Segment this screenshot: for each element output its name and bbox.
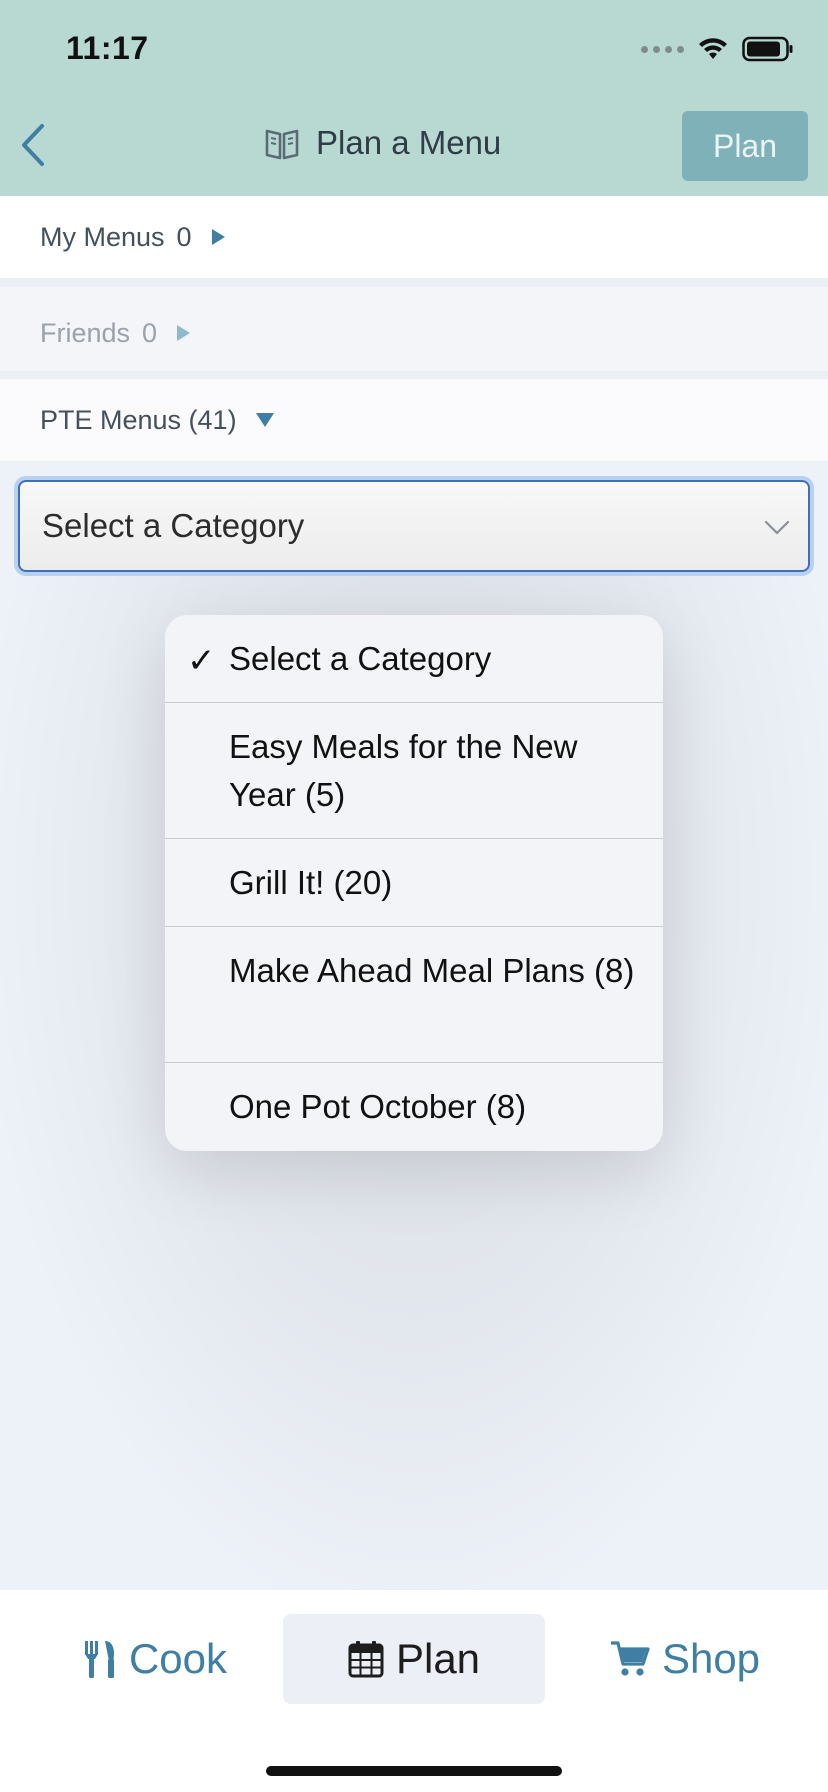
- section-pte-menus[interactable]: PTE Menus (41): [0, 379, 828, 461]
- cart-icon: [610, 1641, 650, 1676]
- tab-cook-label: Cook: [128, 1635, 228, 1682]
- category-dropdown: ✓ Select a Category Easy Meals for the N…: [165, 615, 663, 1151]
- pte-menus-label: PTE Menus (41): [40, 404, 237, 435]
- book-open-icon: [265, 129, 299, 160]
- dropdown-option[interactable]: Easy Meals for the New Year (5): [165, 703, 663, 839]
- tab-bar: Cook Plan Shop: [0, 1590, 828, 1792]
- nav-title-group: Plan a Menu: [264, 124, 501, 162]
- nav-bar: Plan a Menu Plan: [0, 96, 828, 196]
- dropdown-option[interactable]: Grill It! (20): [165, 839, 663, 927]
- utensils-icon: [84, 1641, 115, 1678]
- dropdown-option[interactable]: Make Ahead Meal Plans (8): [165, 927, 663, 1063]
- category-select[interactable]: Select a Category: [18, 480, 810, 572]
- status-icons: [641, 36, 794, 62]
- plan-button[interactable]: Plan: [682, 111, 808, 181]
- checkmark-icon: ✓: [187, 642, 216, 680]
- tab-cook[interactable]: Cook: [60, 1614, 250, 1704]
- section-divider: [0, 278, 828, 287]
- status-time: 11:17: [66, 30, 149, 66]
- back-button[interactable]: [18, 122, 58, 172]
- status-bar: 11:17: [0, 0, 828, 96]
- wifi-icon: [699, 38, 727, 59]
- home-indicator[interactable]: [266, 1766, 562, 1776]
- dropdown-option[interactable]: ✓ Select a Category: [165, 615, 663, 703]
- dropdown-option-label: Grill It! (20): [229, 863, 393, 901]
- category-select-value: Select a Category: [42, 507, 305, 544]
- dropdown-option-label: Make Ahead Meal Plans (8): [229, 952, 635, 989]
- chevron-left-icon: [22, 124, 44, 166]
- dropdown-option[interactable]: One Pot October (8): [165, 1063, 663, 1151]
- tab-plan[interactable]: Plan: [283, 1614, 545, 1704]
- section-friends[interactable]: Friends 0: [0, 287, 828, 379]
- friends-count: 0: [142, 317, 158, 348]
- my-menus-count: 0: [176, 221, 192, 252]
- tab-shop[interactable]: Shop: [590, 1614, 780, 1704]
- section-my-menus[interactable]: My Menus 0: [0, 196, 828, 278]
- tab-plan-label: Plan: [395, 1635, 481, 1682]
- my-menus-label: My Menus: [40, 221, 165, 252]
- tab-shop-label: Shop: [661, 1635, 761, 1682]
- triangle-right-icon: [211, 229, 225, 245]
- friends-label: Friends: [40, 317, 131, 348]
- chevron-down-icon: [764, 520, 790, 535]
- triangle-right-icon: [177, 325, 191, 341]
- cellular-signal-icon: [641, 45, 684, 53]
- battery-icon: [742, 36, 793, 62]
- dropdown-option-label: Select a Category: [229, 639, 492, 677]
- dropdown-option-label: One Pot October (8): [229, 1088, 527, 1125]
- dropdown-option-label: Easy Meals for the New Year (5): [229, 728, 578, 813]
- page-title: Plan a Menu: [316, 124, 502, 161]
- triangle-down-icon: [255, 413, 274, 427]
- section-divider: [0, 371, 828, 379]
- calendar-icon: [348, 1641, 384, 1678]
